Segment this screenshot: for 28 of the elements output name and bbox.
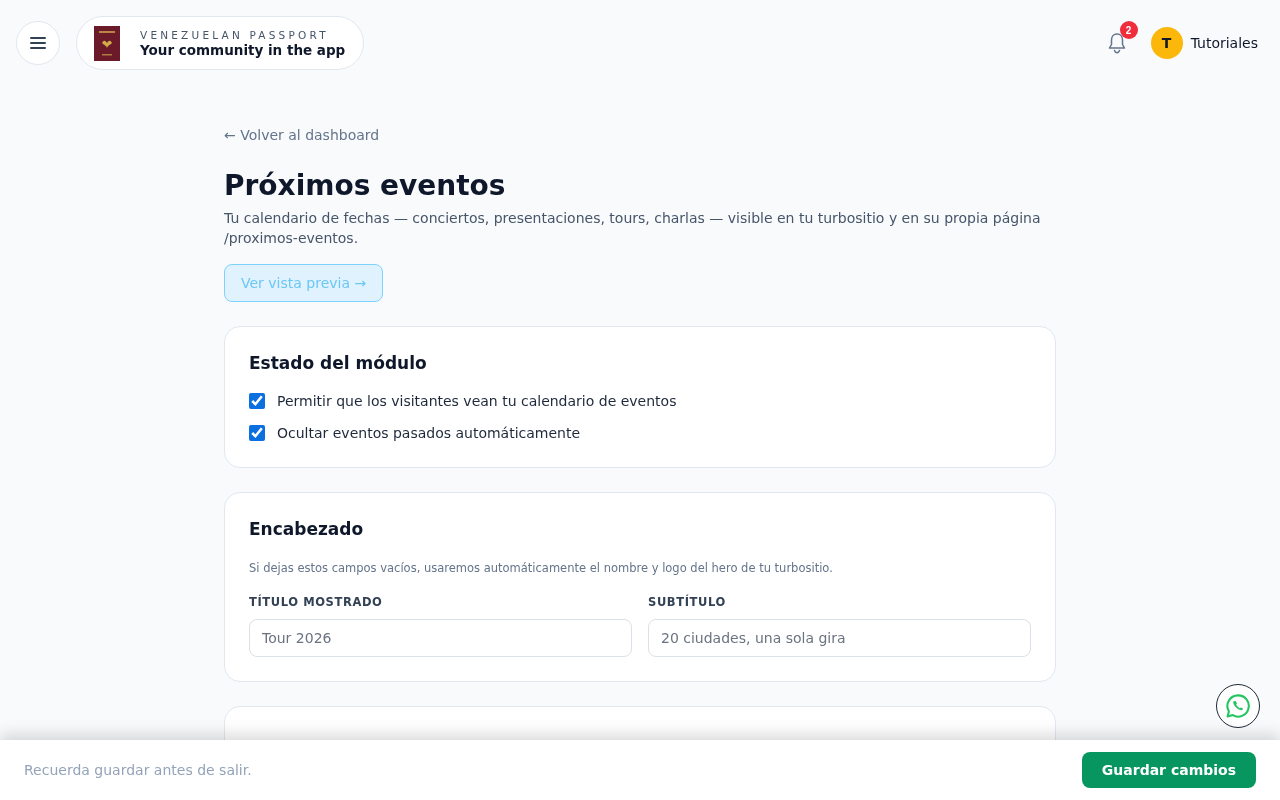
brand-link[interactable]: VENEZUELAN PASSPORT Your community in the app xyxy=(76,16,365,70)
checkbox[interactable] xyxy=(249,392,265,409)
page-title: Próximos eventos xyxy=(224,169,506,203)
brand-tagline: Your community in the app xyxy=(140,41,346,58)
section-title: Encabezado xyxy=(249,518,365,539)
user-name[interactable]: Tutoriales xyxy=(1190,35,1258,51)
section-title: Estado del módulo xyxy=(249,352,428,373)
passport-icon xyxy=(94,25,120,61)
hint-text: Si dejas estos campos vacíos, usaremos automáticamente el nombre y logo del hero de tu turbositio. xyxy=(249,560,834,575)
bell-icon xyxy=(1106,32,1127,54)
text-field[interactable]: 20 ciudades, una sola gira xyxy=(648,618,1031,657)
save-reminder: Recuerda guardar antes de salir. xyxy=(24,762,252,778)
phone-chat-icon xyxy=(1225,693,1251,719)
text-field[interactable]: Tour 2026 xyxy=(249,618,632,657)
notification-badge: 2 xyxy=(1119,21,1138,39)
menu-icon xyxy=(30,37,46,49)
checkbox-label: Ocultar eventos pasados automáticamente xyxy=(277,424,581,441)
checkbox[interactable] xyxy=(249,424,265,441)
menu-button[interactable] xyxy=(16,21,60,65)
chat-button[interactable] xyxy=(1216,684,1260,728)
save-button[interactable]: Guardar cambios xyxy=(1081,752,1256,788)
brand-eyebrow: VENEZUELAN PASSPORT xyxy=(140,28,330,41)
checkbox-label: Permitir que los visitantes vean tu calendario de eventos xyxy=(277,392,677,409)
page-description: Tu calendario de fechas — conciertos, presentaciones, tours, charlas — visible en tu turbositio y en su propia página /proximos-eventos. xyxy=(224,208,1042,248)
back-link[interactable]: ← Volver al dashboard xyxy=(224,127,380,143)
field-label: TÍTULO MOSTRADO xyxy=(249,594,383,609)
user-avatar[interactable]: T xyxy=(1150,27,1183,59)
field-label: SUBTÍTULO xyxy=(648,594,726,609)
